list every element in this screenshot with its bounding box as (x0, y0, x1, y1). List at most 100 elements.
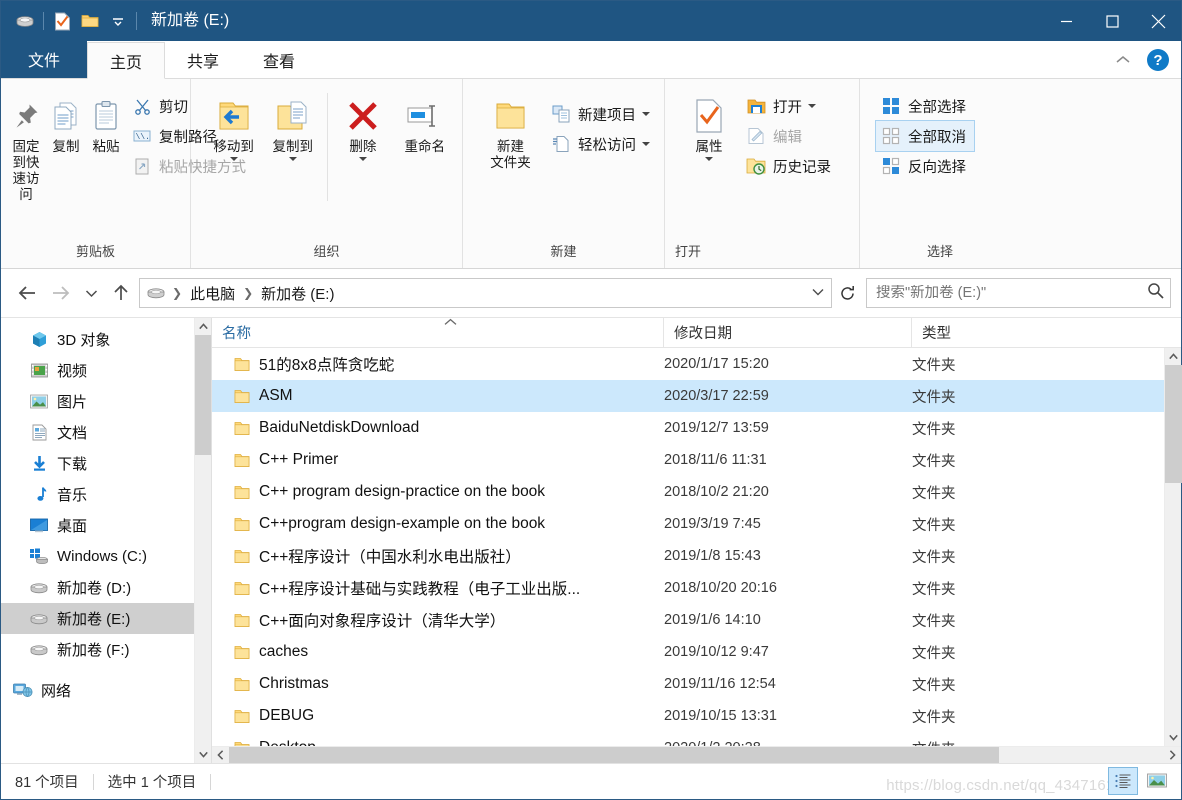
chevron-down-icon[interactable] (288, 157, 297, 161)
collapse-ribbon-button[interactable] (1109, 53, 1137, 68)
navigation-pane-scrollbar[interactable] (194, 318, 211, 763)
copy-to-button[interactable]: 复制到 (264, 87, 321, 163)
scroll-left-arrow-icon[interactable] (212, 747, 229, 764)
move-to-button[interactable]: 移动到 (205, 87, 262, 163)
hscroll-thumb[interactable] (229, 746, 999, 764)
delete-button[interactable]: 删除 (334, 87, 391, 163)
sidebar-item-documents[interactable]: 文档 (1, 417, 211, 448)
history-button[interactable]: 历史记录 (741, 151, 839, 181)
help-button[interactable]: ? (1147, 49, 1169, 71)
file-scroll-track[interactable] (1164, 365, 1182, 729)
tab-share[interactable]: 共享 (165, 41, 241, 78)
breadcrumb-this-pc[interactable]: 此电脑 (186, 283, 239, 304)
nav-scroll-thumb[interactable] (194, 335, 211, 455)
file-scroll-thumb[interactable] (1164, 365, 1182, 483)
invert-selection-button[interactable]: 反向选择 (876, 151, 974, 181)
scroll-up-arrow-icon[interactable] (195, 318, 212, 335)
search-icon[interactable] (1147, 282, 1164, 304)
table-row[interactable]: C++ Primer 2018/11/6 11:31 文件夹 (212, 444, 1181, 476)
folder-icon[interactable] (76, 7, 104, 35)
new-folder-button[interactable]: 新建 文件夹 (477, 87, 544, 173)
column-header-type[interactable]: 类型 (912, 318, 1181, 347)
sidebar-item-desktop[interactable]: 桌面 (1, 510, 211, 541)
nav-scroll-track[interactable] (194, 335, 211, 746)
scroll-up-arrow-icon[interactable] (1165, 348, 1182, 365)
rename-button[interactable]: 重命名 (394, 87, 457, 157)
new-item-button[interactable]: 新建项目 (546, 99, 658, 129)
tab-view[interactable]: 查看 (241, 41, 317, 78)
sidebar-item-music[interactable]: 音乐 (1, 479, 211, 510)
edit-button[interactable]: 编辑 (741, 121, 839, 151)
chevron-down-icon[interactable] (808, 104, 816, 108)
sidebar-item-3d-objects[interactable]: 3D 对象 (1, 324, 211, 355)
sidebar-item-videos[interactable]: 视频 (1, 355, 211, 386)
sidebar-item-pictures[interactable]: 图片 (1, 386, 211, 417)
table-row[interactable]: C++ program design-practice on the book 2… (212, 476, 1181, 508)
thumbnails-view-icon[interactable] (1143, 768, 1171, 794)
details-view-icon[interactable] (1108, 767, 1138, 795)
refresh-button[interactable] (834, 278, 860, 308)
table-row[interactable]: 51的8x8点阵贪吃蛇 2020/1/17 15:20 文件夹 (212, 348, 1181, 380)
properties-button[interactable]: 属性 (679, 87, 739, 163)
sidebar-item-drive-d[interactable]: 新加卷 (D:) (1, 572, 211, 603)
navigation-tree: 3D 对象 视频 图片 文档 下载 音乐 桌面 Windows (C:) 新加卷… (1, 318, 211, 706)
tab-file[interactable]: 文件 (1, 40, 87, 78)
table-row[interactable]: caches 2019/10/12 9:47 文件夹 (212, 636, 1181, 668)
easy-access-button[interactable]: 轻松访问 (546, 129, 658, 159)
pin-to-quick-access-button[interactable]: 固定到快 速访问 (7, 87, 45, 205)
table-row[interactable]: Desktop 2020/1/2 20:28文件夹 (212, 732, 1181, 746)
breadcrumb-separator-icon-2[interactable]: ❯ (241, 286, 255, 300)
drive-icon[interactable] (11, 7, 39, 35)
forward-button[interactable] (45, 277, 77, 309)
scroll-down-arrow-icon[interactable] (195, 746, 212, 763)
up-button[interactable] (105, 277, 137, 309)
search-input[interactable] (876, 285, 1147, 301)
maximize-button[interactable] (1089, 1, 1135, 41)
scroll-right-arrow-icon[interactable] (1164, 747, 1181, 764)
hscroll-track[interactable] (229, 746, 1164, 764)
table-row[interactable]: C++program design-example on the book 201… (212, 508, 1181, 540)
chevron-down-icon[interactable] (807, 287, 829, 299)
sidebar-item-network[interactable]: 网络 (1, 675, 211, 706)
sidebar-item-drive-f[interactable]: 新加卷 (F:) (1, 634, 211, 665)
sidebar-item-drive-e[interactable]: 新加卷 (E:) (1, 603, 211, 634)
file-name-label: Desktop (259, 739, 316, 746)
open-button[interactable]: 打开 (741, 91, 839, 121)
select-none-button[interactable]: 全部取消 (875, 120, 975, 152)
table-row[interactable]: C++面向对象程序设计（清华大学） 2019/1/6 14:10 文件夹 (212, 604, 1181, 636)
breadcrumb-separator-icon[interactable]: ❯ (170, 286, 184, 300)
checkmark-doc-icon[interactable] (48, 7, 76, 35)
close-button[interactable] (1135, 1, 1181, 41)
chevron-down-icon[interactable] (705, 157, 713, 161)
paste-button[interactable]: 粘贴 (87, 87, 125, 157)
file-date-cell: 2019/10/12 9:47 (664, 644, 769, 660)
chevron-down-icon[interactable] (358, 157, 367, 161)
sidebar-item-downloads[interactable]: 下载 (1, 448, 211, 479)
copy-button[interactable]: 复制 (47, 87, 85, 157)
chevron-down-icon[interactable] (642, 142, 650, 146)
table-row[interactable]: DEBUG 2019/10/15 13:31 文件夹 (212, 700, 1181, 732)
table-row[interactable]: ASM 2020/3/17 22:59 文件夹 (212, 380, 1181, 412)
table-row[interactable]: C++程序设计基础与实践教程（电子工业出版... 2018/10/20 20:16… (212, 572, 1181, 604)
sidebar-item-windows-c[interactable]: Windows (C:) (1, 541, 211, 572)
search-box[interactable] (866, 278, 1171, 308)
minimize-button[interactable] (1043, 1, 1089, 41)
breadcrumb-drive-e[interactable]: 新加卷 (E:) (257, 283, 338, 304)
chevron-down-icon[interactable] (642, 112, 650, 116)
recent-locations-button[interactable] (79, 277, 103, 309)
file-list-scrollbar[interactable] (1164, 348, 1182, 746)
table-row[interactable]: C++程序设计（中国水利水电出版社） 2019/1/8 15:43 文件夹 (212, 540, 1181, 572)
breadcrumb-bar[interactable]: ❯ 此电脑 ❯ 新加卷 (E:) (139, 278, 832, 308)
column-header-date[interactable]: 修改日期 (664, 318, 912, 347)
tab-home[interactable]: 主页 (87, 42, 166, 79)
back-button[interactable] (11, 277, 43, 309)
easy-access-label: 轻松访问 (578, 137, 636, 154)
column-header-name[interactable]: 名称 (212, 318, 664, 347)
select-all-button[interactable]: 全部选择 (876, 91, 974, 121)
table-row[interactable]: BaiduNetdiskDownload 2019/12/7 13:59 文件夹 (212, 412, 1181, 444)
table-row[interactable]: Christmas 2019/11/16 12:54 文件夹 (212, 668, 1181, 700)
scroll-down-arrow-icon[interactable] (1165, 729, 1182, 746)
file-list-horizontal-scrollbar[interactable] (212, 746, 1181, 764)
chevron-down-icon[interactable] (229, 157, 238, 161)
chevron-down-icon[interactable] (104, 7, 132, 35)
